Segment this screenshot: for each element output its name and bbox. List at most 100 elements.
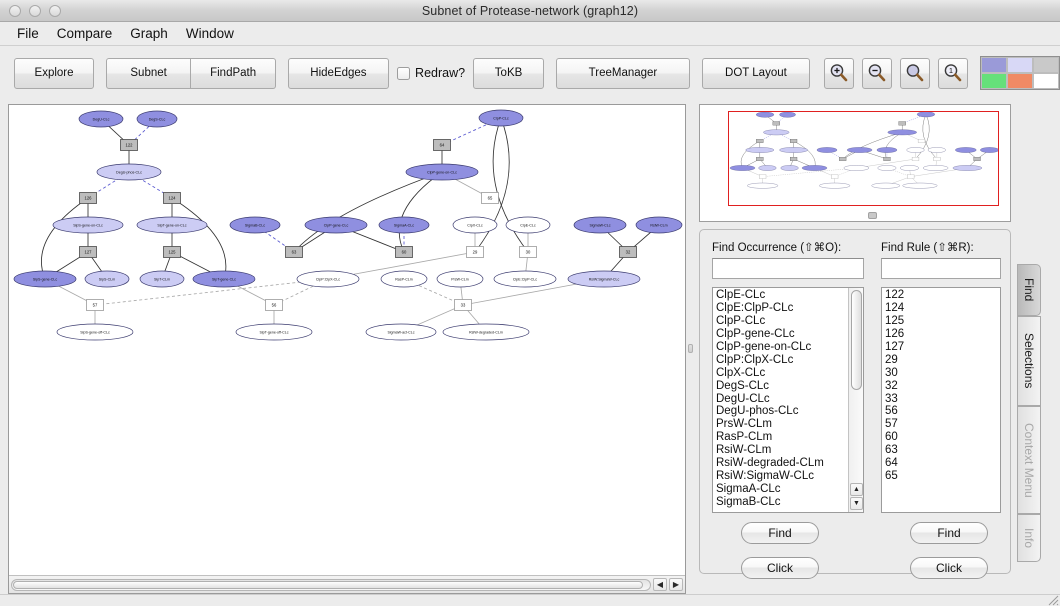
occurrence-list-item[interactable]: PrsW-CLm [716,418,849,431]
rule-find-button[interactable]: Find [910,522,988,544]
rule-list-item[interactable]: 60 [885,431,999,444]
scroll-right-icon[interactable]: ▶ [669,578,683,591]
occurrence-list-item[interactable]: ClpE-CLc [716,289,849,302]
swatch-gray[interactable] [1033,57,1060,73]
graph-rule-node[interactable]: 29 [466,246,484,258]
rule-listbox[interactable]: 122 124 125 126 127 29 30 32 33 56 57 60 63 64 65 [881,287,1001,513]
graph-rule-node[interactable]: 30 [519,246,537,258]
tab-info[interactable]: Info [1017,514,1041,562]
graph-node[interactable]: ClpP-gene-on-CLc [405,163,479,181]
graph-rule-node[interactable]: 33 [454,299,472,311]
scroll-left-icon[interactable]: ◀ [653,578,667,591]
graph-rule-node[interactable]: 32 [619,246,637,258]
graph-rule-node[interactable]: 122 [120,139,138,151]
graph-node[interactable]: ClpP-CLc [478,109,524,127]
graph-node[interactable] [906,147,925,153]
graph-rule-node[interactable] [898,121,906,126]
swatch-blue[interactable] [981,57,1008,73]
rule-list-item[interactable]: 32 [885,380,999,393]
graph-node[interactable] [779,147,808,153]
graph-rule-node[interactable]: 56 [265,299,283,311]
graph-node[interactable] [758,165,777,171]
graph-rule-node[interactable] [917,139,926,143]
graph-rule-node[interactable]: 127 [79,246,97,258]
graph-rule-node[interactable] [772,121,780,126]
graph-rule-node[interactable] [756,139,764,143]
findpath-button[interactable]: FindPath [191,57,277,89]
graph-node[interactable]: SipS-gene-off-CLc [56,323,134,341]
occurrence-list-item[interactable]: RsiW-degraded-CLm [716,457,849,470]
graph-node[interactable]: RsiW-CLm [635,216,683,234]
network-graph[interactable]: DegU-CLc DegS-CLc DegU-phos-CLc SipS-gene-o… [9,105,685,570]
graph-node[interactable]: ClpE:ClpP-CLc [493,270,557,288]
menu-compare[interactable]: Compare [48,25,122,42]
graph-canvas[interactable]: DegU-CLc DegS-CLc DegU-phos-CLc SipS-gene-o… [9,105,685,570]
occurrence-list-item[interactable]: ClpE:ClpP-CLc [716,302,849,315]
graph-rule-node[interactable] [933,157,941,161]
occurrence-list-item[interactable]: DegS-CLc [716,380,849,393]
find-occurrence-input[interactable] [712,258,864,279]
rule-click-button[interactable]: Click [910,557,988,579]
scroll-down-icon[interactable]: ▼ [850,497,863,510]
graph-node[interactable]: SipS-gene-on-CLc [52,216,124,234]
rule-list-item[interactable]: 63 [885,444,999,457]
graph-node[interactable] [843,165,869,171]
rule-list-item[interactable]: 30 [885,367,999,380]
graph-node[interactable] [877,165,897,171]
graph-node[interactable]: SipT-CLm [139,270,185,288]
occurrence-scroll-thumb[interactable] [851,290,862,390]
tokb-button[interactable]: ToKB [473,57,545,89]
rule-list-item[interactable]: 127 [885,341,999,354]
graph-node[interactable] [871,182,900,189]
occurrence-list-item[interactable]: ClpX-CLc [716,367,849,380]
redraw-checkbox[interactable] [397,66,411,80]
occurrence-list-item[interactable]: RsiW:SigmaW-CLc [716,470,849,483]
graph-node[interactable] [819,182,851,189]
graph-rule-node[interactable] [756,157,764,161]
occurrence-vertical-scrollbar[interactable]: ▲ ▼ [848,288,863,512]
graph-node[interactable] [980,147,999,153]
graph-horizontal-scrollbar[interactable]: ◀ ▶ [9,575,685,593]
menu-graph[interactable]: Graph [121,25,177,42]
occurrence-list-item[interactable]: ClpP-CLc [716,315,849,328]
hscroll-thumb[interactable] [13,581,643,589]
graph-node[interactable]: DegS-CLc [136,110,178,128]
treemanager-button[interactable]: TreeManager [555,57,691,89]
overview-thumbnail[interactable] [728,110,1000,210]
graph-node[interactable]: SipS-CLm [84,270,130,288]
occurrence-list-item[interactable]: DegU-phos-CLc [716,405,849,418]
swatch-green[interactable] [981,73,1008,89]
graph-rule-node[interactable] [907,174,915,179]
scroll-up-icon[interactable]: ▲ [850,483,863,496]
graph-rule-node[interactable]: 124 [163,192,181,204]
graph-rule-node[interactable] [790,139,798,143]
hscroll-track[interactable] [11,579,651,591]
occurrence-list-item[interactable]: SigmaA-CLc [716,483,849,496]
rule-list-item[interactable]: 29 [885,354,999,367]
graph-node[interactable]: SigmaA-CLc [378,216,430,234]
occurrence-list-item[interactable]: ClpP:ClpX-CLc [716,354,849,367]
rule-list-item[interactable]: 56 [885,405,999,418]
zoom-fit-button[interactable] [899,57,931,89]
tab-selections[interactable]: Selections [1017,316,1041,406]
menu-file[interactable]: File [8,25,48,42]
occurrence-list-item[interactable]: RasP-CLm [716,431,849,444]
graph-rule-node[interactable]: 57 [86,299,104,311]
graph-node[interactable] [816,147,838,153]
tab-context-menu[interactable]: Context Menu [1017,406,1041,514]
graph-node[interactable]: SipS-gene-CLc [13,270,77,288]
graph-rule-node[interactable]: 126 [79,192,97,204]
graph-node[interactable] [756,111,775,118]
graph-node[interactable] [876,147,898,153]
redraw-checkbox-wrap[interactable]: Redraw? [397,66,465,80]
graph-node[interactable] [846,147,873,153]
resize-grip-icon[interactable] [1047,594,1059,606]
graph-rule-node[interactable]: 60 [395,246,413,258]
hideedges-button[interactable]: HideEdges [287,57,390,89]
rule-list-item[interactable]: 64 [885,457,999,470]
graph-node[interactable]: SigmaW-CLc [573,216,627,234]
graph-node[interactable] [763,129,790,136]
rule-list-item[interactable]: 65 [885,470,999,483]
graph-node[interactable]: DegU-CLc [78,110,124,128]
graph-rule-node[interactable] [973,157,981,161]
